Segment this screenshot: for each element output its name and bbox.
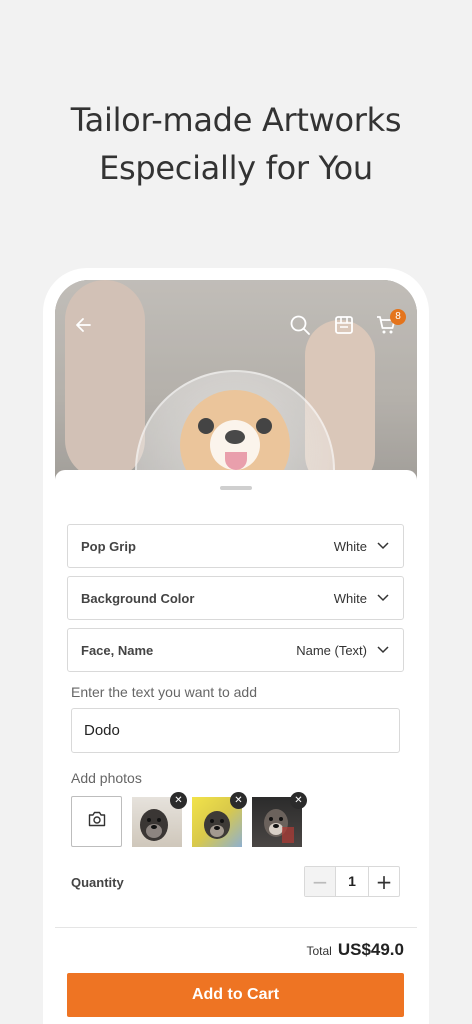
photo-thumbnail[interactable]: ✕ xyxy=(252,792,312,852)
quantity-decrease-button[interactable]: − xyxy=(305,867,336,896)
total-price: Total US$49.0 xyxy=(306,940,404,960)
add-photo-button[interactable] xyxy=(71,796,122,847)
remove-photo-icon[interactable]: ✕ xyxy=(290,792,307,809)
arrow-left-icon[interactable] xyxy=(71,312,97,338)
chevron-down-icon xyxy=(377,540,389,552)
camera-icon xyxy=(88,811,106,832)
footer-divider xyxy=(55,927,417,928)
total-value: US$49.0 xyxy=(337,940,404,959)
option-value: Name (Text) xyxy=(296,642,367,658)
text-entry-label: Enter the text you want to add xyxy=(71,684,258,700)
add-to-cart-button[interactable]: Add to Cart xyxy=(67,973,404,1017)
phone-frame: 8 Pop Grip White Background Color White … xyxy=(43,268,429,1024)
cart-count-badge: 8 xyxy=(390,309,406,325)
option-label: Background Color xyxy=(81,590,195,606)
quantity-value[interactable]: 1 xyxy=(336,867,368,896)
chevron-down-icon xyxy=(377,592,389,604)
top-bar xyxy=(55,312,417,344)
custom-text-input[interactable]: Dodo xyxy=(71,708,400,753)
headline-line-2: Especially for You xyxy=(99,149,373,187)
store-icon[interactable] xyxy=(331,312,357,338)
remove-photo-icon[interactable]: ✕ xyxy=(170,792,187,809)
search-icon[interactable] xyxy=(287,312,313,338)
option-value: White xyxy=(333,590,367,606)
sheet-handle[interactable] xyxy=(220,486,252,490)
option-label: Face, Name xyxy=(81,642,154,658)
option-value: White xyxy=(333,538,367,554)
option-background-color[interactable]: Background Color White xyxy=(67,576,404,620)
remove-photo-icon[interactable]: ✕ xyxy=(230,792,247,809)
options-sheet: Pop Grip White Background Color White Fa… xyxy=(55,470,417,1024)
photo-thumbnail[interactable]: ✕ xyxy=(192,792,252,852)
phone-screen: 8 Pop Grip White Background Color White … xyxy=(55,280,417,1024)
product-hero-image xyxy=(55,280,417,480)
option-pop-grip[interactable]: Pop Grip White xyxy=(67,524,404,568)
headline: Tailor-made Artworks Especially for You xyxy=(0,96,472,192)
quantity-label: Quantity xyxy=(71,875,124,890)
option-label: Pop Grip xyxy=(81,538,136,554)
chevron-down-icon xyxy=(377,644,389,656)
quantity-stepper: − 1 + xyxy=(304,866,400,897)
headline-line-1: Tailor-made Artworks xyxy=(70,101,402,139)
option-face-name[interactable]: Face, Name Name (Text) xyxy=(67,628,404,672)
add-photos-label: Add photos xyxy=(71,770,142,786)
photo-thumbnail[interactable]: ✕ xyxy=(132,792,192,852)
total-label: Total xyxy=(306,944,332,958)
quantity-increase-button[interactable]: + xyxy=(368,867,399,896)
